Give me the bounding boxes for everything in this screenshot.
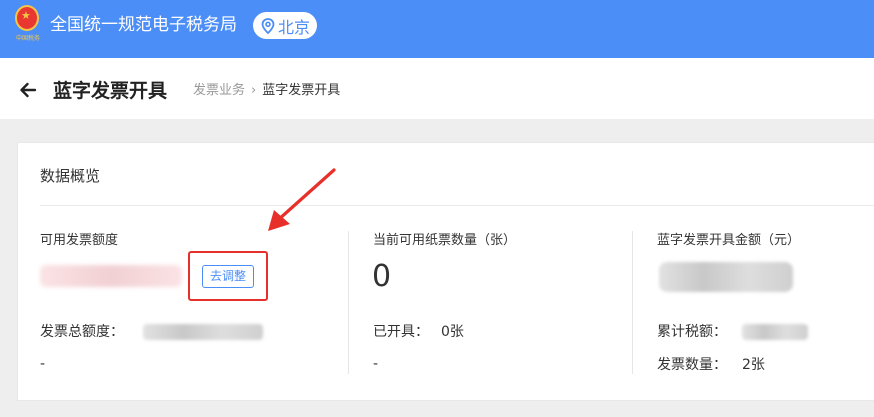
available-quota-value-redacted [40,265,182,287]
card-title: 数据概览 [40,167,101,185]
paper-invoice-count-value: 0 [372,259,392,294]
blue-invoice-amount-value-redacted [659,262,793,292]
breadcrumb-separator: › [251,83,257,98]
adjust-quota-button[interactable]: 去调整 [202,265,254,288]
issued-label: 已开具： [373,324,429,340]
back-arrow-icon[interactable] [18,80,38,100]
total-quota-value-redacted [143,324,263,340]
issued-value: 0张 [441,324,464,340]
available-quota-label: 可用发票额度 [40,233,119,248]
cumulative-tax-label: 累计税额： [657,324,727,340]
quota-placeholder: - [40,356,46,372]
emblem-text: 中国税务 [15,35,40,42]
breadcrumb: 发票业务 › 蓝字发票开具 [193,82,340,100]
cumulative-tax-value-redacted [742,324,808,340]
total-quota-label: 发票总额度： [40,324,124,340]
tax-emblem-icon: ★ 中国税务 [13,5,43,45]
page-title: 蓝字发票开具 [53,80,168,102]
invoice-count-label: 发票数量： [657,357,727,373]
paper-placeholder: - [373,356,379,372]
city-selector[interactable]: 北京 [253,12,318,39]
card-divider [40,205,874,206]
breadcrumb-item-invoice-business[interactable]: 发票业务 [193,82,245,100]
paper-invoice-count-label: 当前可用纸票数量（张） [373,233,517,248]
column-divider [632,231,633,374]
blue-invoice-amount-label: 蓝字发票开具金额（元） [657,233,801,248]
annotation-arrow-icon [268,168,336,231]
breadcrumb-item-current: 蓝字发票开具 [262,83,341,98]
emblem-star: ★ [21,9,31,22]
city-name: 北京 [278,17,311,37]
site-title[interactable]: 全国统一规范电子税务局 [50,13,237,37]
column-divider [348,231,349,374]
location-pin-icon [261,17,275,34]
invoice-count-value: 2张 [742,357,765,373]
